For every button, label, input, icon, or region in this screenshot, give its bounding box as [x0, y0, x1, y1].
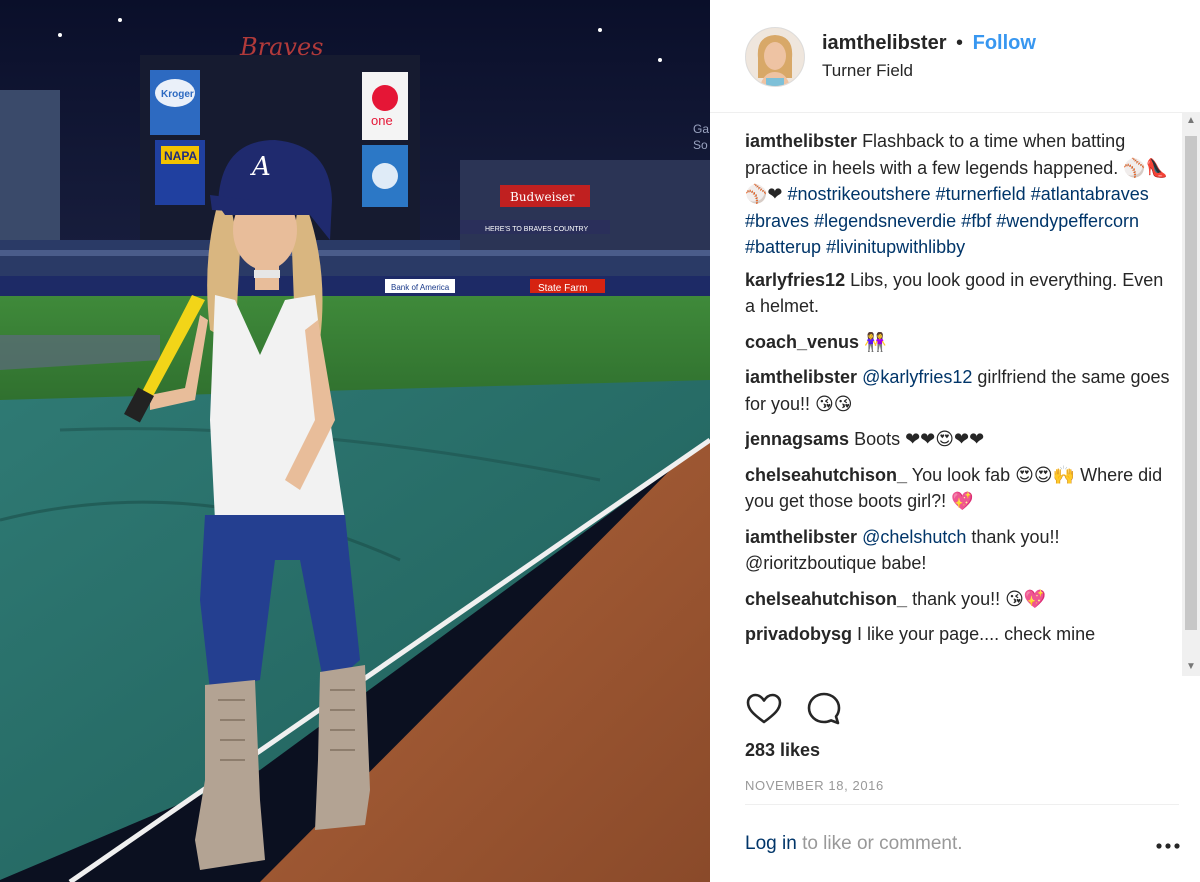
- comment-username[interactable]: chelseahutchison_: [745, 465, 907, 485]
- comment-username[interactable]: coach_venus: [745, 332, 859, 352]
- comments-scrollbar[interactable]: ▲ ▼: [1182, 112, 1200, 676]
- comment-text: 👭: [864, 331, 887, 352]
- hashtag-link[interactable]: #wendypeffercorn: [996, 211, 1139, 231]
- header-username-row: iamthelibster • Follow: [822, 32, 1036, 55]
- post-photo[interactable]: Braves Kroger NAPA one Budweiser HERE'S …: [0, 0, 710, 882]
- hashtag-link[interactable]: #fbf: [961, 211, 991, 231]
- more-options-icon[interactable]: [1155, 838, 1181, 854]
- divider: [745, 804, 1179, 805]
- comment-username[interactable]: iamthelibster: [745, 367, 857, 387]
- comment-username[interactable]: privadobysg: [745, 624, 852, 644]
- hashtag-link[interactable]: #nostrikeoutshere: [788, 184, 931, 204]
- hashtag-link[interactable]: #legendsneverdie: [814, 211, 956, 231]
- comment: karlyfries12 Libs, you look good in ever…: [745, 267, 1175, 320]
- login-prompt-text: to like or comment.: [802, 833, 963, 854]
- comment: privadobysg I like your page.... check m…: [745, 621, 1175, 648]
- caption-username[interactable]: iamthelibster: [745, 131, 857, 151]
- chick-sign: one: [371, 113, 393, 128]
- comment-text: Boots ❤❤😍❤❤: [854, 429, 985, 449]
- instagram-post: Braves Kroger NAPA one Budweiser HERE'S …: [0, 0, 1200, 882]
- baseball-field-scene: Braves Kroger NAPA one Budweiser HERE'S …: [0, 0, 710, 882]
- comment: iamthelibster @chelshutch thank you!! @r…: [745, 524, 1175, 577]
- hashtag-link[interactable]: #turnerfield: [936, 184, 1026, 204]
- post-username[interactable]: iamthelibster: [822, 32, 946, 54]
- login-link[interactable]: Log in: [745, 833, 797, 854]
- comment: jennagsams Boots ❤❤😍❤❤: [745, 426, 1175, 453]
- post-header: iamthelibster • Follow Turner Field: [710, 0, 1200, 113]
- avatar-image: [746, 28, 804, 86]
- comment: iamthelibster @karlyfries12 girlfriend t…: [745, 364, 1175, 417]
- comment-username[interactable]: jennagsams: [745, 429, 849, 449]
- comment-text: I like your page.... check mine: [857, 624, 1096, 644]
- avatar[interactable]: [745, 27, 805, 87]
- comment-username[interactable]: iamthelibster: [745, 527, 857, 547]
- napa-sign: NAPA: [164, 149, 197, 163]
- post-side-panel: iamthelibster • Follow Turner Field iamt…: [710, 0, 1200, 882]
- braves-sign: Braves: [239, 33, 324, 61]
- likes-count[interactable]: 283 likes: [745, 740, 820, 761]
- post-date: NOVEMBER 18, 2016: [745, 778, 884, 793]
- comment-username[interactable]: karlyfries12: [745, 270, 845, 290]
- action-bar: [745, 690, 843, 728]
- caption: iamthelibster Flashback to a time when b…: [745, 128, 1175, 261]
- login-prompt: Log in to like or comment.: [745, 833, 963, 855]
- bank-sign: Bank of America: [391, 283, 450, 292]
- scroll-up-arrow-icon[interactable]: ▲: [1182, 112, 1200, 130]
- comment-username[interactable]: chelseahutchison_: [745, 589, 907, 609]
- helmet-logo: A: [250, 152, 271, 182]
- follow-button[interactable]: Follow: [973, 32, 1036, 54]
- scroll-thumb[interactable]: [1185, 136, 1197, 630]
- comment-icon[interactable]: [805, 690, 843, 728]
- budweiser-sign: Budweiser: [510, 190, 575, 204]
- so-sign: So: [693, 138, 708, 152]
- mention-link[interactable]: @chelshutch: [862, 527, 966, 547]
- comment: chelseahutchison_ You look fab 😍😍🙌 Where…: [745, 462, 1175, 515]
- scroll-down-arrow-icon[interactable]: ▼: [1182, 658, 1200, 676]
- comment: coach_venus 👭: [745, 329, 1175, 356]
- statefarm-sign: State Farm: [538, 283, 587, 294]
- braves-country-sign: HERE'S TO BRAVES COUNTRY: [485, 226, 588, 233]
- hashtag-link[interactable]: #braves: [745, 211, 809, 231]
- hashtag-link[interactable]: #batterup: [745, 237, 821, 257]
- ga-sign: Ga: [693, 122, 709, 136]
- hashtag-link[interactable]: #atlantabraves: [1031, 184, 1149, 204]
- heart-icon[interactable]: [745, 690, 783, 728]
- comments-list: iamthelibster Flashback to a time when b…: [745, 128, 1175, 676]
- comment: chelseahutchison_ thank you!! 😘💖: [745, 586, 1175, 613]
- mention-link[interactable]: @karlyfries12: [862, 367, 972, 387]
- comment-text: thank you!! 😘💖: [912, 588, 1047, 609]
- kroger-sign: Kroger: [161, 89, 194, 100]
- hashtag-link[interactable]: #livinitupwithlibby: [826, 237, 965, 257]
- post-location[interactable]: Turner Field: [822, 61, 913, 81]
- separator-dot: •: [956, 32, 964, 54]
